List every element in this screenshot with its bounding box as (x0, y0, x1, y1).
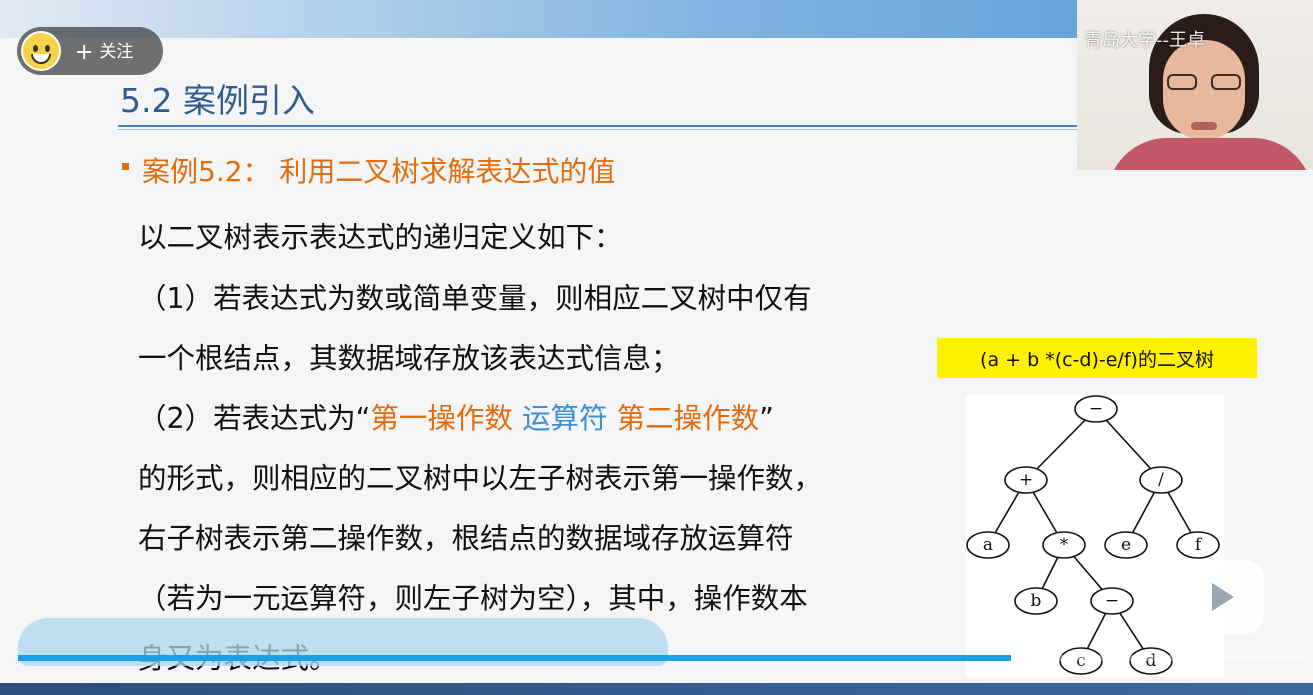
play-icon (1212, 583, 1234, 611)
diagram-caption: (a + b *(c-d)-e/f)的二叉树 (937, 338, 1257, 378)
bullet-square-icon (122, 163, 129, 170)
first-operand-text: 第一操作数 (370, 402, 513, 435)
play-button[interactable] (1176, 560, 1264, 634)
follow-label: + 关注 (75, 40, 134, 65)
rule-2-line-2: 的形式，则相应的二叉树中以左子树表示第一操作数， (138, 462, 823, 495)
second-operand-text: 第二操作数 (616, 402, 760, 435)
tree-label-root: − (1089, 399, 1103, 419)
plus-icon: + (75, 40, 94, 65)
uploader-avatar (21, 31, 61, 71)
operator-text: 运算符 (521, 402, 608, 435)
expression-tree-diagram: − + / a * e f b − c d (966, 395, 1224, 677)
tree-label-plus: + (1019, 470, 1033, 490)
tree-label-c: c (1076, 651, 1086, 671)
slide-title: 5.2 案例引入 (120, 81, 315, 120)
tree-label-b: b (1031, 591, 1042, 611)
channel-watermark: 青岛大学--王卓 (1084, 30, 1205, 51)
title-divider-thin (118, 129, 1078, 130)
tree-label-d: d (1146, 651, 1157, 671)
follow-button[interactable]: + 关注 (17, 27, 163, 75)
tree-label-minus: − (1105, 591, 1119, 611)
title-divider (118, 125, 1078, 127)
tree-label-e: e (1121, 535, 1131, 555)
rule-1-line-2: 一个根结点，其数据域存放该表达式信息； (138, 342, 680, 375)
tree-label-a: a (983, 535, 993, 555)
tree-label-div: / (1158, 470, 1164, 490)
tree-label-mul: * (1060, 535, 1069, 555)
rule-2-line-3: 右子树表示第二操作数，根结点的数据域存放运算符 (138, 522, 794, 555)
progress-fill[interactable] (18, 655, 1011, 661)
case-heading: 案例5.2： 利用二叉树求解表达式的值 (142, 155, 616, 188)
definition-intro: 以二叉树表示表达式的递归定义如下： (138, 221, 623, 254)
rule-1-line-1: （1）若表达式为数或简单变量，则相应二叉树中仅有 (138, 282, 812, 315)
player-control-bar (0, 683, 1313, 695)
rule-2-line-1: （2）若表达式为“第一操作数 运算符 第二操作数” (138, 402, 774, 435)
rule-2-line-4: （若为一元运算符，则左子树为空），其中，操作数本 (138, 582, 808, 615)
